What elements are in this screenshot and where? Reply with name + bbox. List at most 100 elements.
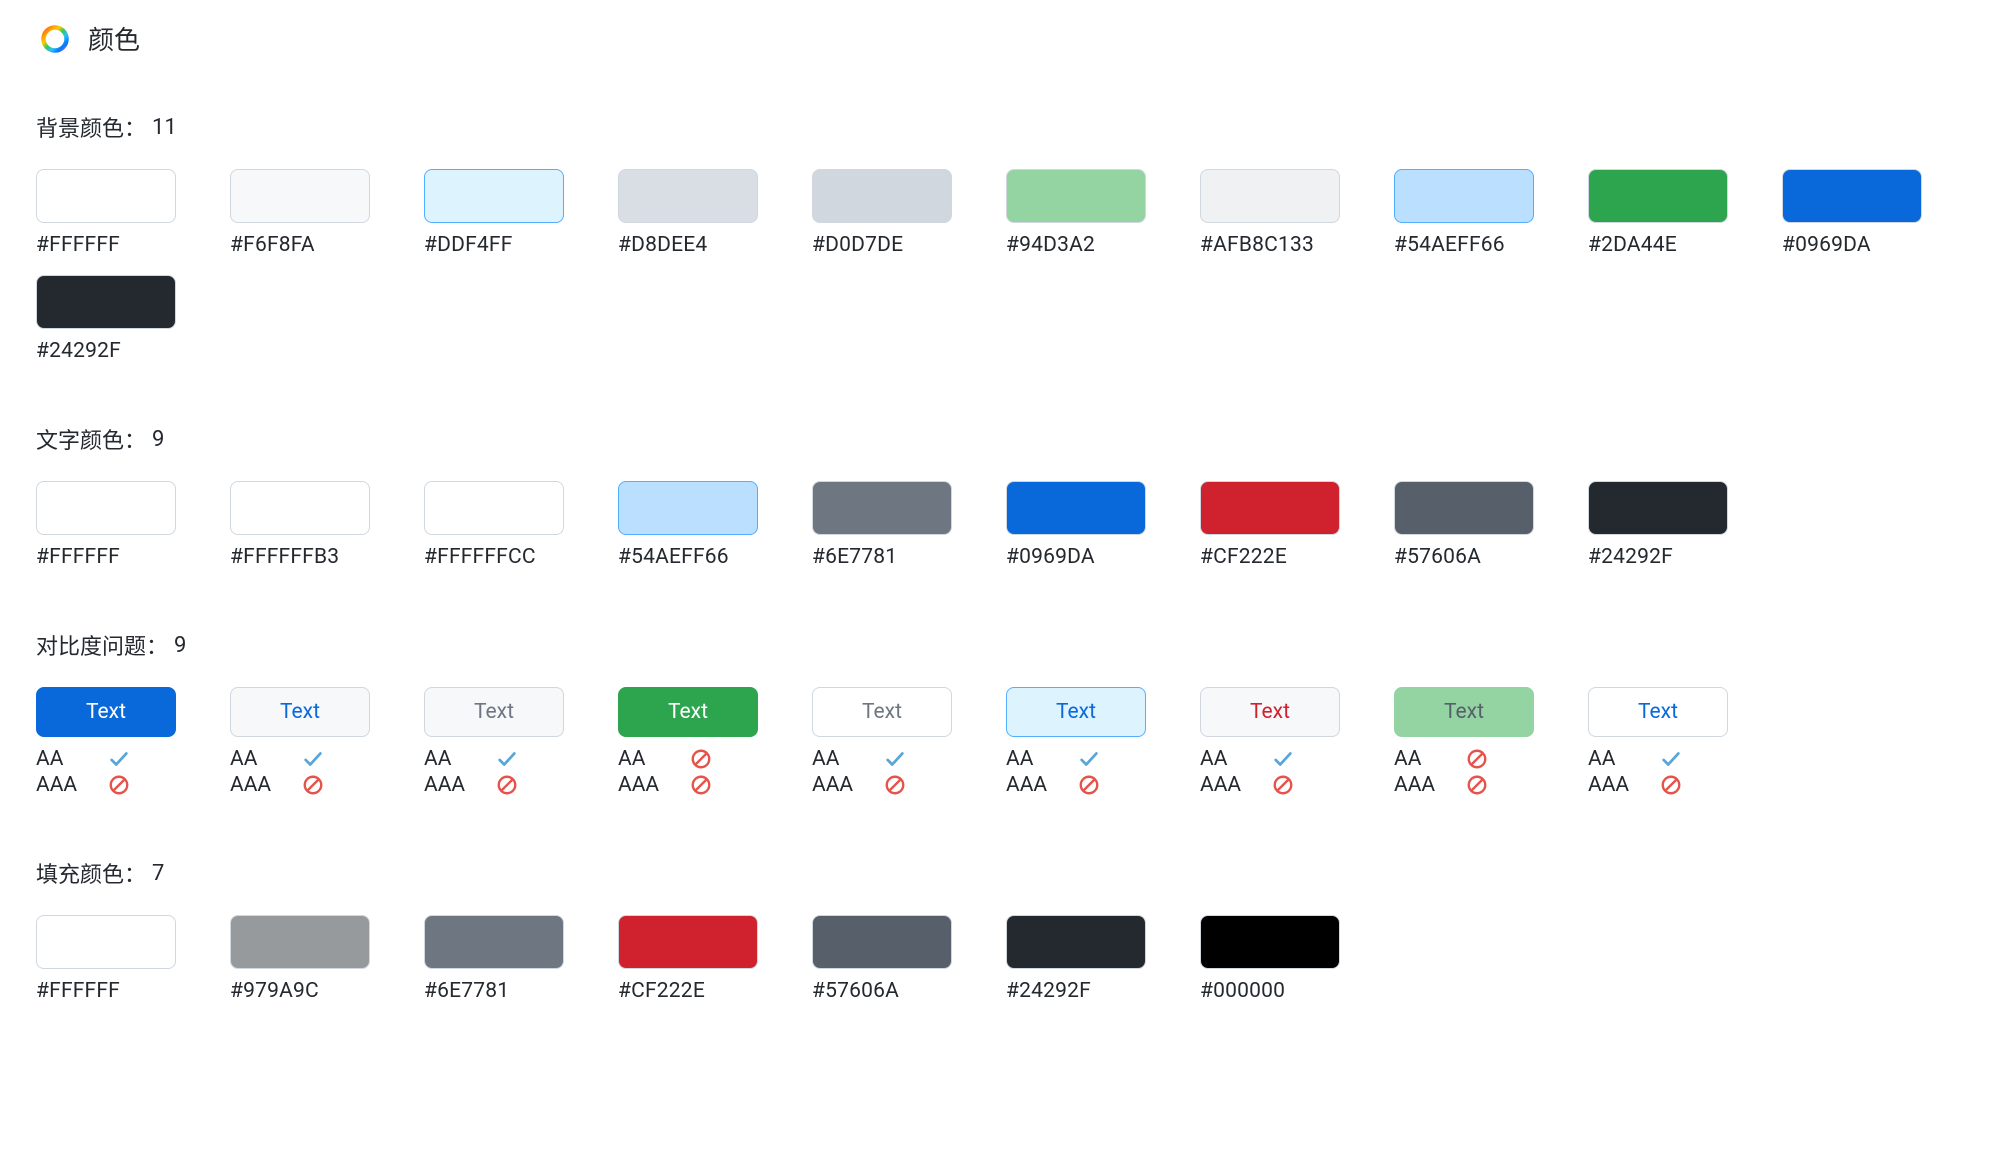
swatch-box[interactable] [424,481,564,535]
swatch-box[interactable] [36,915,176,969]
color-swatch[interactable]: #AFB8C133 [1200,169,1340,257]
swatch-box[interactable] [618,481,758,535]
swatch-box[interactable] [36,275,176,329]
color-swatch[interactable]: #2DA44E [1588,169,1728,257]
color-swatch[interactable]: #24292F [1588,481,1728,569]
fail-icon [302,774,324,796]
swatch-box[interactable] [36,169,176,223]
swatch-code: #54AEFF66 [618,545,758,569]
rating-label-aa: AA [812,747,858,771]
swatch-box[interactable] [1200,169,1340,223]
section-count: 11 [152,115,177,140]
color-swatch[interactable]: #6E7781 [424,915,564,1003]
swatch-code: #0969DA [1006,545,1146,569]
contrast-ratings: AAAAA [618,747,758,797]
contrast-item[interactable]: TextAAAAA [424,687,564,797]
rating-label-aa: AA [36,747,82,771]
contrast-sample-box[interactable]: Text [618,687,758,737]
swatch-box[interactable] [812,169,952,223]
contrast-item[interactable]: Text AAAAA [618,687,758,797]
swatch-box[interactable] [36,481,176,535]
color-swatch[interactable]: #D8DEE4 [618,169,758,257]
contrast-item[interactable]: TextAAAAA [1394,687,1534,797]
section-label: 对比度问题： [36,629,168,661]
swatch-box[interactable] [1394,169,1534,223]
swatch-box[interactable] [1006,915,1146,969]
color-swatch[interactable]: #54AEFF66 [1394,169,1534,257]
swatch-code: #979A9C [230,979,370,1003]
contrast-item[interactable]: Text AAAAA [812,687,952,797]
color-swatch[interactable]: #FFFFFF [36,169,176,257]
swatch-code: #CF222E [1200,545,1340,569]
color-swatch[interactable]: #979A9C [230,915,370,1003]
swatch-box[interactable] [1200,915,1340,969]
section-label: 填充颜色： [36,857,146,889]
swatch-box[interactable] [230,169,370,223]
color-swatch[interactable]: #54AEFF66 [618,481,758,569]
section-count: 7 [152,861,164,886]
contrast-sample-box[interactable]: Text [36,687,176,737]
color-swatch[interactable]: #24292F [1006,915,1146,1003]
color-swatch[interactable]: #FFFFFFCC [424,481,564,569]
color-swatch[interactable]: #0969DA [1006,481,1146,569]
swatch-box[interactable] [812,915,952,969]
color-swatch[interactable]: #DDF4FF [424,169,564,257]
contrast-sample-box[interactable]: Text [230,687,370,737]
swatch-box[interactable] [1588,169,1728,223]
swatch-code: #FFFFFFCC [424,545,564,569]
color-swatch[interactable]: #57606A [1394,481,1534,569]
contrast-item[interactable]: TextAAAAA [1200,687,1340,797]
color-swatch[interactable]: #94D3A2 [1006,169,1146,257]
contrast-sample-box[interactable]: Text [812,687,952,737]
color-swatch[interactable]: #000000 [1200,915,1340,1003]
swatch-box[interactable] [618,915,758,969]
contrast-sample-box[interactable]: Text [424,687,564,737]
color-swatch[interactable]: #6E7781 [812,481,952,569]
section-text: 文字颜色： 9 #FFFFFF#FFFFFFB3#FFFFFFCC#54AEFF… [36,423,1962,569]
color-swatch[interactable]: #57606A [812,915,952,1003]
page-header: 颜色 [40,20,1962,57]
contrast-item[interactable]: Text AAAAA [36,687,176,797]
color-swatch[interactable]: #CF222E [1200,481,1340,569]
color-swatch[interactable]: #24292F [36,275,176,363]
rating-line-aaa: AAA [1200,773,1340,797]
swatch-box[interactable] [230,481,370,535]
page-title: 颜色 [88,20,140,57]
color-swatch[interactable]: #FFFFFFB3 [230,481,370,569]
color-swatch[interactable]: #0969DA [1782,169,1922,257]
fail-icon [1660,774,1682,796]
text-swatch-row: #FFFFFF #FFFFFFB3 #FFFFFFCC #54AEFF66 #6E778… [36,481,1962,569]
color-swatch[interactable]: #F6F8FA [230,169,370,257]
swatch-box[interactable] [812,481,952,535]
contrast-item[interactable]: TextAAAAA [230,687,370,797]
swatch-box[interactable] [1200,481,1340,535]
rating-line-aaa: AAA [618,773,758,797]
contrast-sample-text: Text [280,700,320,724]
swatch-code: #DDF4FF [424,233,564,257]
swatch-box[interactable] [1006,169,1146,223]
swatch-box[interactable] [1006,481,1146,535]
swatch-box[interactable] [1782,169,1922,223]
color-swatch[interactable]: #FFFFFF [36,915,176,1003]
color-swatch[interactable]: #D0D7DE [812,169,952,257]
contrast-sample-box[interactable]: Text [1200,687,1340,737]
contrast-item[interactable]: TextAAAAA [1588,687,1728,797]
swatch-box[interactable] [424,915,564,969]
contrast-item[interactable]: TextAAAAA [1006,687,1146,797]
color-swatch[interactable]: #FFFFFF [36,481,176,569]
swatch-box[interactable] [424,169,564,223]
swatch-code: #AFB8C133 [1200,233,1340,257]
contrast-sample-box[interactable]: Text [1394,687,1534,737]
rating-line-aaa: AAA [812,773,952,797]
contrast-sample-box[interactable]: Text [1006,687,1146,737]
swatch-box[interactable] [618,169,758,223]
contrast-ratings: AAAAA [812,747,952,797]
swatch-box[interactable] [230,915,370,969]
color-swatch[interactable]: #CF222E [618,915,758,1003]
swatch-box[interactable] [1394,481,1534,535]
fail-icon [1466,774,1488,796]
contrast-ratings: AAAAA [36,747,176,797]
contrast-sample-box[interactable]: Text [1588,687,1728,737]
swatch-code: #F6F8FA [230,233,370,257]
swatch-box[interactable] [1588,481,1728,535]
